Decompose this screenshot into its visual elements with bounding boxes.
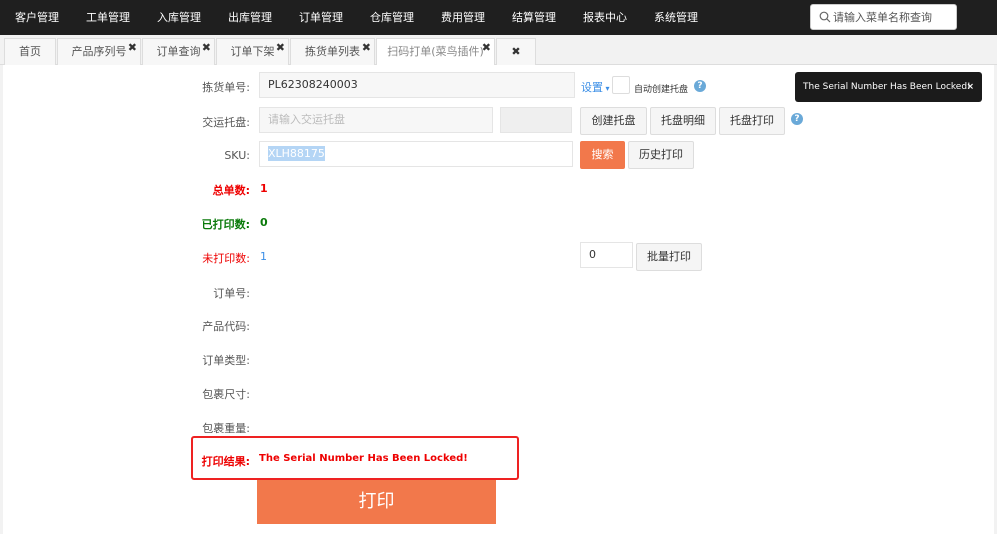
menu-item-workorder[interactable]: 工单管理 xyxy=(71,0,130,35)
auto-pallet-label: 自动创建托盘 xyxy=(634,85,689,95)
help-icon[interactable]: ? xyxy=(791,113,803,125)
main-menu: 客户管理 工单管理 入库管理 出库管理 订单管理 仓库管理 费用管理 结算管理 … xyxy=(0,0,710,35)
unprinted-count-label: 未打印数: xyxy=(202,252,250,265)
menu-search[interactable] xyxy=(810,4,957,30)
unprinted-count-value: 1 xyxy=(260,250,267,263)
menu-search-input[interactable] xyxy=(833,5,955,29)
pick-number-input[interactable]: PL62308240003 xyxy=(259,72,575,98)
menu-item-customer[interactable]: 客户管理 xyxy=(0,0,59,35)
batch-print-button[interactable]: 批量打印 xyxy=(636,243,702,271)
tab-label: 拣货单列表 xyxy=(305,45,360,58)
tab-pick-list[interactable]: 拣货单列表 ✖ xyxy=(290,38,375,65)
tab-close-all[interactable]: ✖ xyxy=(496,38,536,65)
close-icon[interactable]: ✖ xyxy=(128,35,137,61)
top-nav: 客户管理 工单管理 入库管理 出库管理 订单管理 仓库管理 费用管理 结算管理 … xyxy=(0,0,997,35)
package-weight-label: 包裹重量: xyxy=(202,422,250,435)
print-result-label: 打印结果: xyxy=(201,455,250,468)
search-button[interactable]: 搜索 xyxy=(580,141,625,169)
main-content: 拣货单号: PL62308240003 设置 ▾ 自动创建托盘 ? 交运托盘: … xyxy=(3,65,994,534)
close-icon[interactable]: ✖ xyxy=(202,35,211,61)
tab-order-takedown[interactable]: 订单下架 ✖ xyxy=(216,38,289,65)
menu-item-warehouse[interactable]: 仓库管理 xyxy=(355,0,414,35)
menu-item-fee[interactable]: 费用管理 xyxy=(426,0,485,35)
total-count-value: 1 xyxy=(260,182,268,195)
menu-item-report[interactable]: 报表中心 xyxy=(568,0,627,35)
order-number-label: 订单号: xyxy=(213,287,250,300)
package-size-label: 包裹尺寸: xyxy=(202,388,250,401)
tab-label: 订单查询 xyxy=(156,45,201,58)
error-toast: The Serial Number Has Been Locked! × xyxy=(795,72,982,102)
menu-item-settlement[interactable]: 结算管理 xyxy=(497,0,556,35)
print-result-message: The Serial Number Has Been Locked! xyxy=(259,453,468,464)
tab-scan-print[interactable]: 扫码打单(菜鸟插件) ✖ xyxy=(376,38,495,65)
auto-pallet-checkbox[interactable] xyxy=(612,76,630,94)
pallet-select[interactable] xyxy=(500,107,572,133)
batch-quantity-input[interactable]: 0 xyxy=(580,242,633,268)
close-icon[interactable]: ✖ xyxy=(362,35,371,61)
tab-product-serial[interactable]: 产品序列号 ✖ xyxy=(57,38,141,65)
pallet-input[interactable]: 请输入交运托盘 xyxy=(259,107,493,133)
close-icon[interactable]: ✖ xyxy=(482,35,491,61)
sku-value: XLH88175 xyxy=(268,146,325,161)
order-type-label: 订单类型: xyxy=(202,354,250,367)
pallet-detail-button[interactable]: 托盘明细 xyxy=(650,107,716,135)
history-print-button[interactable]: 历史打印 xyxy=(628,141,694,169)
tab-label: 扫码打单(菜鸟插件) xyxy=(387,45,484,58)
close-icon[interactable]: × xyxy=(966,72,974,102)
print-button[interactable]: 打印 xyxy=(257,480,496,524)
pallet-label: 交运托盘: xyxy=(202,116,250,129)
product-code-label: 产品代码: xyxy=(202,320,250,333)
close-icon[interactable]: ✖ xyxy=(276,35,285,61)
printed-count-value: 0 xyxy=(260,216,268,229)
printed-count-label: 已打印数: xyxy=(201,218,250,231)
help-icon[interactable]: ? xyxy=(694,80,706,92)
pick-number-label: 拣货单号: xyxy=(202,81,250,94)
settings-dropdown[interactable]: 设置 ▾ xyxy=(581,79,610,95)
search-icon xyxy=(819,11,831,23)
tab-home[interactable]: 首页 xyxy=(4,38,56,65)
tab-label: 产品序列号 xyxy=(71,45,127,58)
total-count-label: 总单数: xyxy=(212,184,250,197)
sku-label: SKU: xyxy=(224,149,250,162)
tab-label: 订单下架 xyxy=(230,45,275,58)
menu-item-system[interactable]: 系统管理 xyxy=(639,0,698,35)
menu-item-outbound[interactable]: 出库管理 xyxy=(213,0,272,35)
menu-item-inbound[interactable]: 入库管理 xyxy=(142,0,201,35)
tab-order-query[interactable]: 订单查询 ✖ xyxy=(142,38,215,65)
chevron-down-icon: ▾ xyxy=(603,84,610,93)
close-icon: ✖ xyxy=(511,45,521,58)
menu-item-order[interactable]: 订单管理 xyxy=(284,0,343,35)
toast-message: The Serial Number Has Been Locked! xyxy=(803,82,971,92)
settings-label: 设置 xyxy=(581,81,603,94)
create-pallet-button[interactable]: 创建托盘 xyxy=(580,107,647,135)
tab-label: 首页 xyxy=(19,45,41,58)
sku-input[interactable]: XLH88175 xyxy=(259,141,573,167)
tab-bar: 首页 产品序列号 ✖ 订单查询 ✖ 订单下架 ✖ 拣货单列表 ✖ 扫码打单(菜鸟插件) ✖… xyxy=(0,35,997,65)
pallet-print-button[interactable]: 托盘打印 xyxy=(719,107,785,135)
